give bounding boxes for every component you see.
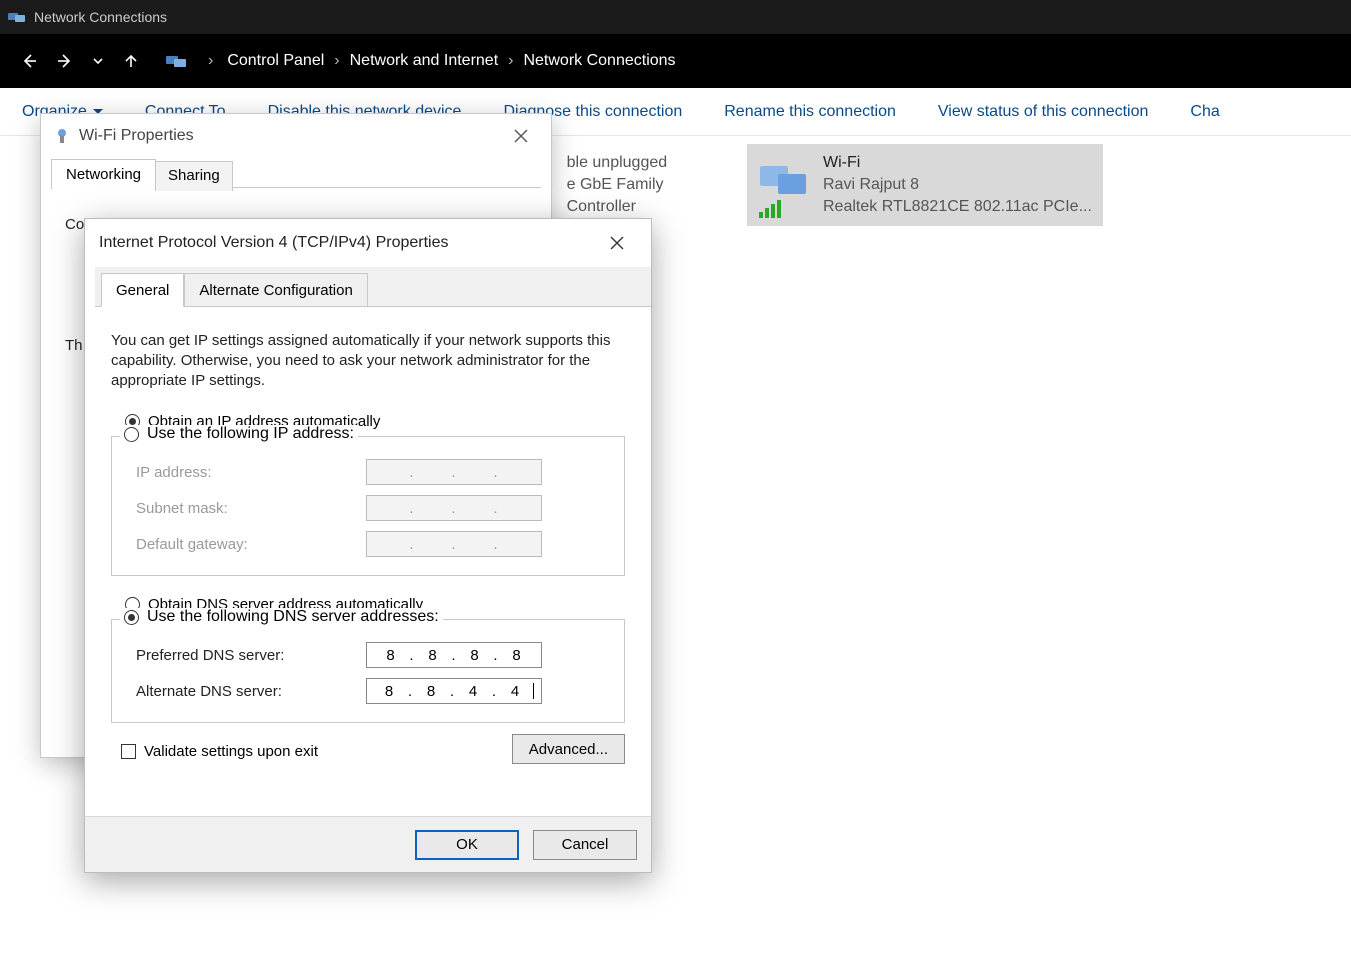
- dns-manual-fieldset: Use the following DNS server addresses: …: [111, 619, 625, 723]
- radio-dns-manual[interactable]: Use the following DNS server addresses:: [120, 608, 443, 626]
- ipv4-title: Internet Protocol Version 4 (TCP/IPv4) P…: [99, 234, 448, 252]
- window-titlebar: Network Connections: [0, 0, 1351, 34]
- wifi-properties-titlebar[interactable]: Wi-Fi Properties: [41, 114, 551, 158]
- navigation-bar: › Control Panel › Network and Internet ›…: [0, 34, 1351, 88]
- rename-button[interactable]: Rename this connection: [724, 103, 896, 121]
- breadcrumb-control-panel[interactable]: Control Panel: [227, 52, 324, 70]
- ip-settings-description: You can get IP settings assigned automat…: [111, 331, 625, 391]
- window-title: Network Connections: [34, 9, 167, 25]
- wifi-adapter-icon: [757, 150, 811, 220]
- tab-networking[interactable]: Networking: [51, 159, 156, 189]
- adapter-properties-icon: [53, 127, 71, 145]
- radio-dns-manual-label: Use the following DNS server addresses:: [147, 608, 439, 626]
- breadcrumb-network-internet[interactable]: Network and Internet: [350, 52, 499, 70]
- path-sep-icon: ›: [208, 52, 213, 70]
- adapter-wifi[interactable]: Wi-Fi Ravi Rajput 8 Realtek RTL8821CE 80…: [747, 144, 1103, 226]
- adapter-ethernet-driver: e GbE Family Controller: [567, 174, 730, 218]
- forward-button[interactable]: [52, 48, 78, 74]
- ok-button[interactable]: OK: [415, 830, 519, 860]
- radio-icon: [124, 427, 139, 442]
- tab-alternate-config[interactable]: Alternate Configuration: [184, 273, 367, 307]
- ipv4-titlebar[interactable]: Internet Protocol Version 4 (TCP/IPv4) P…: [85, 219, 651, 267]
- up-button[interactable]: [118, 48, 144, 74]
- subnet-mask-input: ...: [366, 495, 542, 521]
- recent-locations-dropdown[interactable]: [88, 48, 108, 74]
- breadcrumb-sep-icon: ›: [508, 52, 513, 70]
- close-button[interactable]: [597, 225, 637, 261]
- adapter-wifi-driver: Realtek RTL8821CE 802.11ac PCIe...: [823, 196, 1092, 218]
- adapter-wifi-ssid: Ravi Rajput 8: [823, 174, 1092, 196]
- tab-sharing[interactable]: Sharing: [155, 161, 233, 191]
- preferred-dns-input[interactable]: 8. 8. 8. 8: [366, 642, 542, 668]
- network-path-icon: [164, 48, 190, 74]
- close-button[interactable]: [503, 120, 539, 152]
- radio-ip-manual-label: Use the following IP address:: [147, 425, 354, 443]
- ip-address-input: ...: [366, 459, 542, 485]
- default-gateway-label: Default gateway:: [136, 536, 366, 553]
- change-settings-button-clipped[interactable]: Cha: [1190, 103, 1219, 121]
- advanced-button[interactable]: Advanced...: [512, 734, 625, 764]
- alternate-dns-label: Alternate DNS server:: [136, 683, 366, 700]
- subnet-mask-label: Subnet mask:: [136, 500, 366, 517]
- dialog-footer: OK Cancel: [85, 816, 651, 872]
- breadcrumb-sep-icon: ›: [334, 52, 339, 70]
- ip-manual-fieldset: Use the following IP address: IP address…: [111, 436, 625, 576]
- ip-address-label: IP address:: [136, 464, 366, 481]
- adapter-wifi-name: Wi-Fi: [823, 152, 1092, 174]
- back-button[interactable]: [16, 48, 42, 74]
- preferred-dns-label: Preferred DNS server:: [136, 647, 366, 664]
- adapter-ethernet-status: ble unplugged: [567, 152, 730, 174]
- radio-icon: [124, 610, 139, 625]
- validate-on-exit-label: Validate settings upon exit: [144, 743, 318, 760]
- view-status-button[interactable]: View status of this connection: [938, 103, 1149, 121]
- ipv4-properties-dialog: Internet Protocol Version 4 (TCP/IPv4) P…: [84, 218, 652, 873]
- breadcrumb: Control Panel › Network and Internet › N…: [227, 52, 675, 70]
- default-gateway-input: ...: [366, 531, 542, 557]
- radio-ip-manual[interactable]: Use the following IP address:: [120, 425, 358, 443]
- tab-general[interactable]: General: [101, 273, 184, 307]
- signal-bars-icon: [759, 198, 787, 218]
- network-connections-icon: [8, 10, 26, 24]
- wifi-properties-title: Wi-Fi Properties: [79, 127, 194, 145]
- checkbox-icon: [121, 744, 136, 759]
- cancel-button[interactable]: Cancel: [533, 830, 637, 860]
- text-caret: [533, 683, 534, 699]
- alternate-dns-input[interactable]: 8. 8. 4. 4: [366, 678, 542, 704]
- breadcrumb-network-connections[interactable]: Network Connections: [523, 52, 675, 70]
